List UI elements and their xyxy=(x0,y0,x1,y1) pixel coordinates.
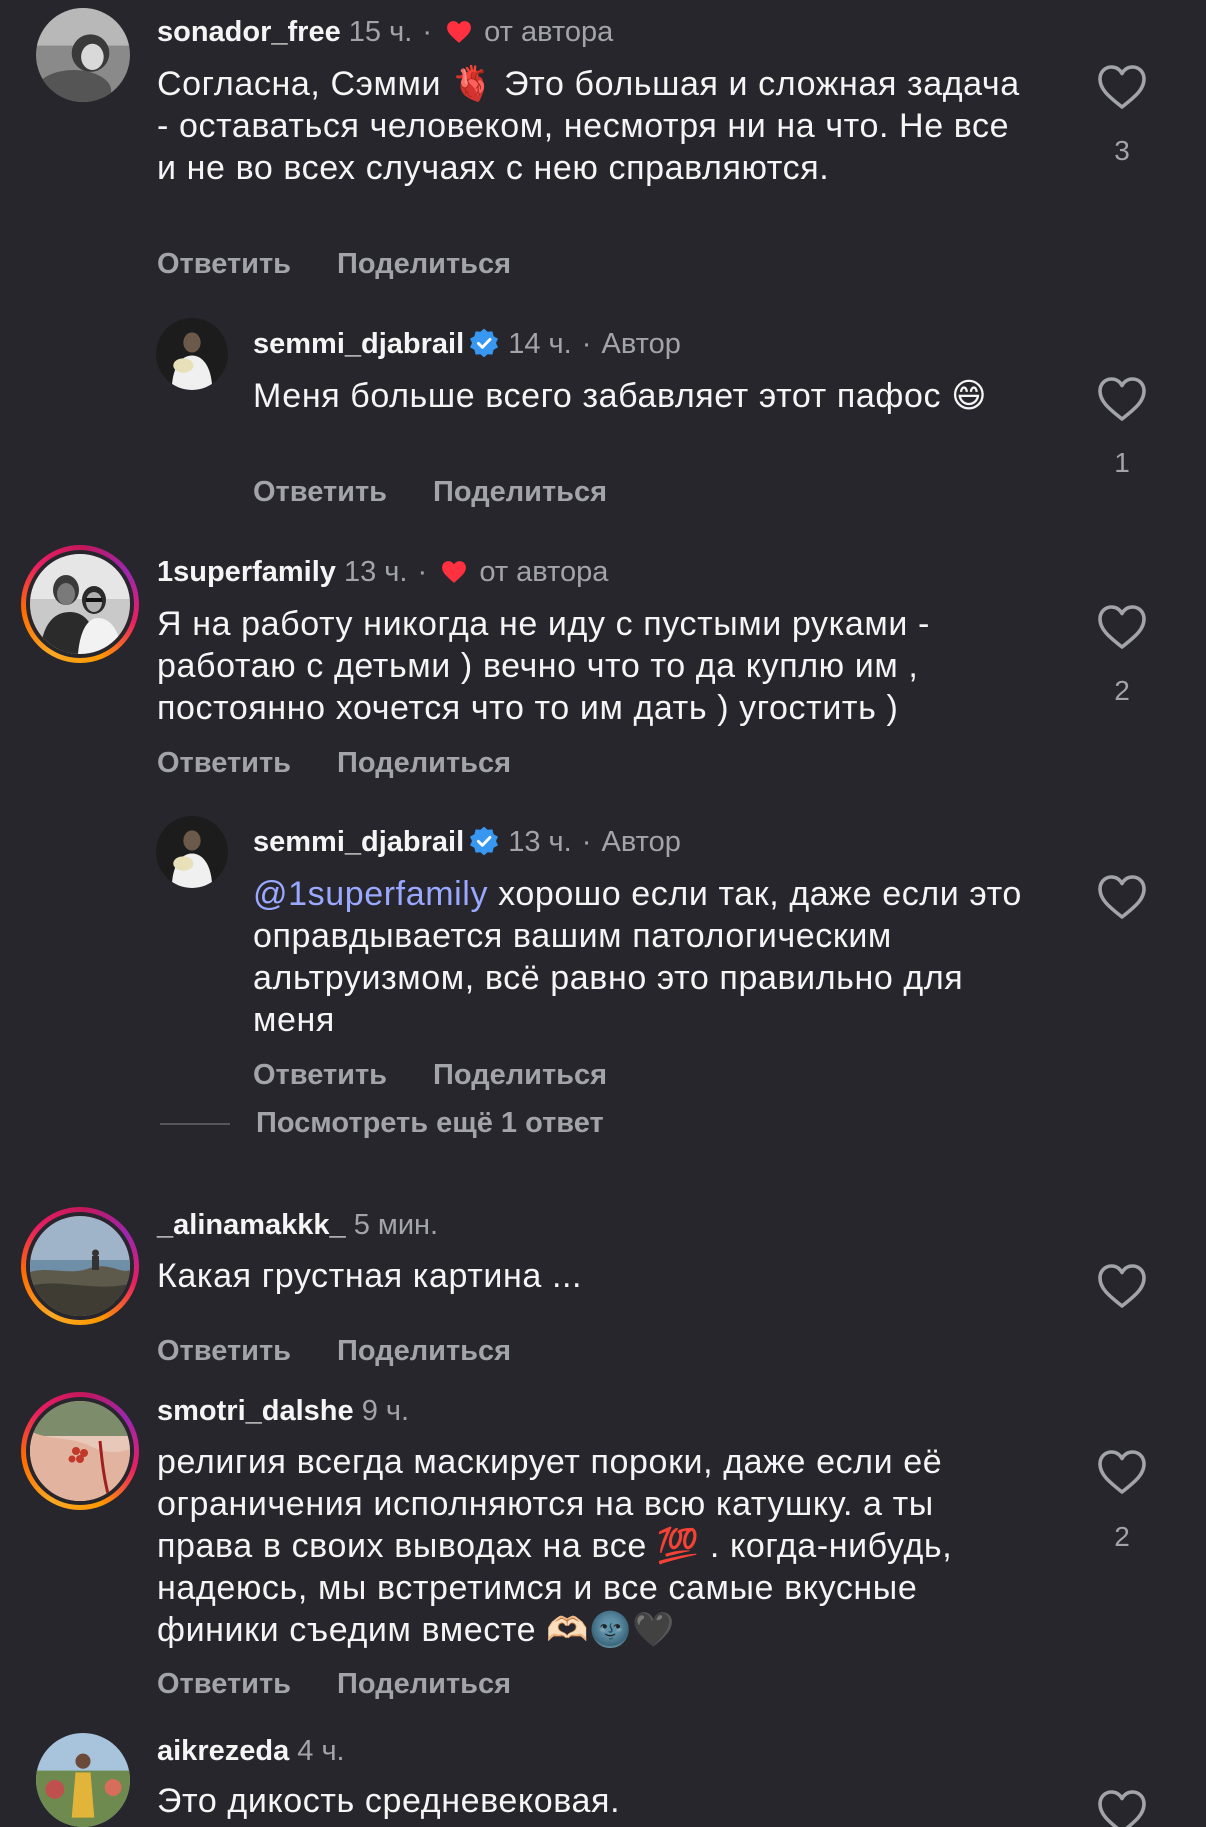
share-button[interactable]: Поделиться xyxy=(337,747,511,779)
comment-actions: Ответить Поделиться xyxy=(253,474,653,510)
avatar-story-ring[interactable] xyxy=(21,545,139,663)
like-count: 1 xyxy=(1114,447,1130,478)
heart-filled-icon xyxy=(442,561,467,583)
comment-actions: Ответить Поделиться xyxy=(157,745,557,781)
avatar[interactable] xyxy=(156,816,228,888)
comment-text: @1superfamily хорошо если так, даже если… xyxy=(253,873,1053,1041)
avatar-photo xyxy=(30,554,130,654)
comment-actions: Ответить Поделиться xyxy=(157,246,557,282)
comment-username[interactable]: semmi_djabrail xyxy=(253,328,464,360)
reply-button[interactable]: Ответить xyxy=(157,1335,291,1367)
comment-username[interactable]: aikrezeda xyxy=(157,1735,289,1767)
avatar-photo xyxy=(36,1733,130,1827)
avatar[interactable] xyxy=(36,8,130,102)
author-label: Автор xyxy=(601,328,681,360)
mention-link[interactable]: @1superfamily xyxy=(253,875,488,913)
comment-text: Я на работу никогда не иду с пустыми рук… xyxy=(157,605,930,727)
reply-button[interactable]: Ответить xyxy=(253,1059,387,1091)
comment-text: религия всегда маскирует пороки, даже ес… xyxy=(157,1443,953,1649)
thread-line xyxy=(160,1123,230,1125)
share-button[interactable]: Поделиться xyxy=(337,1335,511,1367)
comment-meta: _alinamakkk_ 5 мин. xyxy=(157,1207,438,1243)
comment-meta: smotri_dalshe 9 ч. xyxy=(157,1393,409,1429)
avatar-story-ring[interactable] xyxy=(21,1392,139,1510)
comment-meta: aikrezeda 4 ч. xyxy=(157,1733,345,1769)
comment-text: Это дикость средневековая. xyxy=(157,1782,621,1820)
comment-username[interactable]: _alinamakkk_ xyxy=(157,1209,346,1241)
heart-outline-icon[interactable] xyxy=(1096,375,1148,423)
comment-meta: semmi_djabrail 14 ч. · Автор xyxy=(253,326,681,362)
verified-badge-icon xyxy=(470,826,499,856)
comment-text: Меня больше всего забавляет этот пафос 😄 xyxy=(253,377,988,415)
share-button[interactable]: Поделиться xyxy=(433,476,607,508)
avatar xyxy=(26,550,134,658)
reply-button[interactable]: Ответить xyxy=(157,747,291,779)
heart-outline-icon[interactable] xyxy=(1096,873,1148,921)
comment-username[interactable]: smotri_dalshe xyxy=(157,1395,354,1427)
heart-outline-icon[interactable] xyxy=(1096,63,1148,111)
comment-actions: Ответить Поделиться xyxy=(157,1666,557,1702)
heart-outline-icon[interactable] xyxy=(1096,1262,1148,1310)
comment-time: 13 ч. xyxy=(508,826,572,858)
comment-username[interactable]: semmi_djabrail xyxy=(253,826,464,858)
heart-filled-icon xyxy=(447,21,471,43)
comment-time: 9 ч. xyxy=(361,1395,410,1427)
share-button[interactable]: Поделиться xyxy=(433,1059,607,1091)
avatar-photo xyxy=(30,1216,130,1316)
view-more-replies[interactable]: Посмотреть ещё 1 ответ xyxy=(160,1103,760,1143)
heart-outline-icon[interactable] xyxy=(1096,603,1148,651)
avatar-story-ring[interactable] xyxy=(21,1207,139,1325)
liked-by-author-label: от автора xyxy=(479,556,609,588)
comment-meta: sonador_free 15 ч. · от автора xyxy=(157,14,613,50)
separator-dot: · xyxy=(581,826,592,858)
share-button[interactable]: Поделиться xyxy=(337,1668,511,1700)
view-more-replies-label[interactable]: Посмотреть ещё 1 ответ xyxy=(256,1103,604,1143)
heart-outline-icon[interactable] xyxy=(1096,1788,1148,1827)
avatar[interactable] xyxy=(36,1733,130,1827)
reply-button[interactable]: Ответить xyxy=(157,1668,291,1700)
comment-meta: 1superfamily 13 ч. · от автора xyxy=(157,554,608,590)
avatar-photo xyxy=(156,318,228,390)
comment-actions: Ответить Поделиться xyxy=(253,1057,653,1093)
heart-outline-icon[interactable] xyxy=(1096,1448,1148,1496)
separator-dot: · xyxy=(417,556,428,588)
comments-screen: sonador_free 15 ч. · от автора Согласна,… xyxy=(0,0,1206,1827)
comment-time: 14 ч. xyxy=(508,328,572,360)
liked-by-author-label: от автора xyxy=(484,16,614,48)
avatar-photo xyxy=(156,816,228,888)
avatar[interactable] xyxy=(156,318,228,390)
comment-time: 4 ч. xyxy=(297,1735,345,1767)
share-button[interactable]: Поделиться xyxy=(337,248,511,280)
reply-button[interactable]: Ответить xyxy=(253,476,387,508)
comment-text: Какая грустная картина ... xyxy=(157,1257,583,1295)
comment-time: 15 ч. xyxy=(348,16,413,48)
comment-time: 5 мин. xyxy=(353,1209,439,1241)
verified-badge-icon xyxy=(470,328,499,358)
reply-button[interactable]: Ответить xyxy=(157,248,291,280)
comment-username[interactable]: 1superfamily xyxy=(157,556,336,588)
separator-dot: · xyxy=(581,328,592,360)
comment-meta: semmi_djabrail 13 ч. · Автор xyxy=(253,824,681,860)
comment-text: Согласна, Сэмми 🫀 Это большая и сложная … xyxy=(157,65,1020,187)
like-count: 3 xyxy=(1114,135,1130,166)
avatar xyxy=(26,1397,134,1505)
avatar-photo xyxy=(30,1401,130,1501)
like-count: 2 xyxy=(1114,675,1130,706)
comment-username[interactable]: sonador_free xyxy=(157,16,341,48)
author-label: Автор xyxy=(601,826,681,858)
separator-dot: · xyxy=(422,16,433,48)
comment-time: 13 ч. xyxy=(343,556,408,588)
avatar-photo xyxy=(36,8,130,102)
like-count: 2 xyxy=(1114,1521,1130,1552)
comment-actions: Ответить Поделиться xyxy=(157,1333,557,1369)
avatar xyxy=(26,1212,134,1320)
